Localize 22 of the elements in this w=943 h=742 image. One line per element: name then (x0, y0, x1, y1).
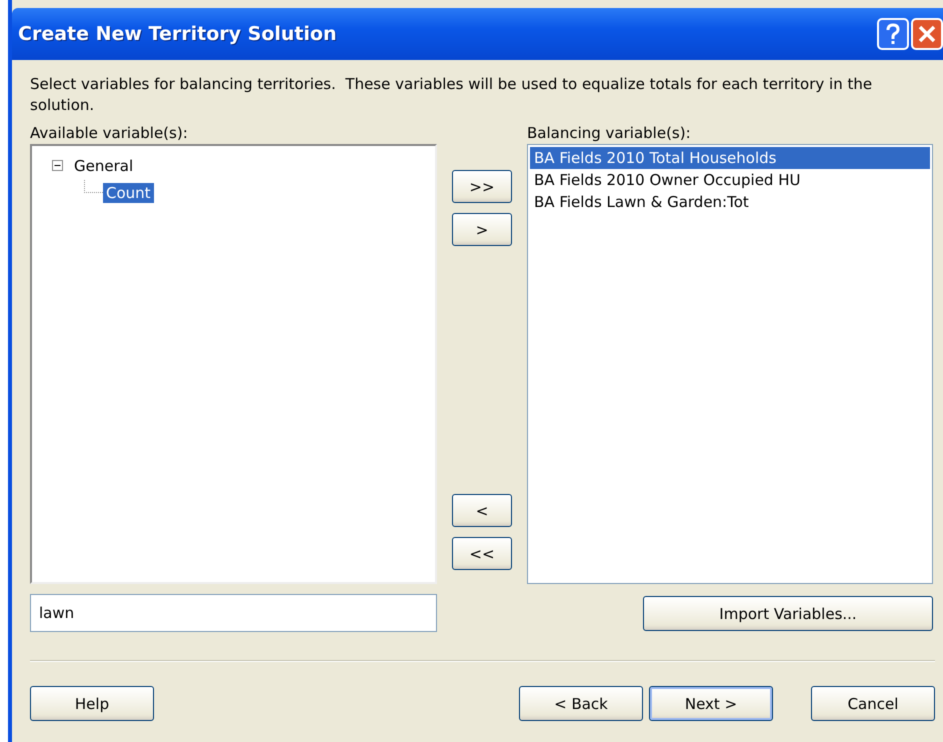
help-button[interactable]: Help (30, 686, 154, 721)
available-label: Available variable(s): (30, 123, 189, 144)
list-item[interactable]: BA Fields 2010 Owner Occupied HU (530, 169, 930, 191)
collapse-icon[interactable] (52, 160, 63, 171)
help-icon[interactable] (877, 18, 909, 50)
back-button[interactable]: < Back (519, 686, 643, 721)
import-variables-button[interactable]: Import Variables... (643, 596, 933, 631)
cancel-button[interactable]: Cancel (811, 686, 935, 721)
list-item[interactable]: BA Fields 2010 Total Households (530, 147, 930, 169)
move-button[interactable]: < (452, 494, 512, 527)
tree-item[interactable]: General (71, 156, 136, 176)
list-item[interactable]: BA Fields Lawn & Garden:Tot (530, 191, 930, 213)
close-icon[interactable] (911, 18, 943, 50)
window-title: Create New Territory Solution (18, 23, 337, 45)
move-button[interactable]: >> (452, 170, 512, 203)
tree-item[interactable]: Count (103, 182, 154, 202)
balancing-label: Balancing variable(s): (527, 123, 692, 144)
next-button[interactable]: Next > (649, 686, 773, 721)
instruction-text: Select variables for balancing territories. These variables will be used to equalize totals for each territory in the solution. (30, 74, 874, 116)
move-button[interactable]: > (452, 213, 512, 246)
move-button[interactable]: << (452, 537, 512, 570)
filter-field[interactable]: lawn (30, 594, 437, 632)
